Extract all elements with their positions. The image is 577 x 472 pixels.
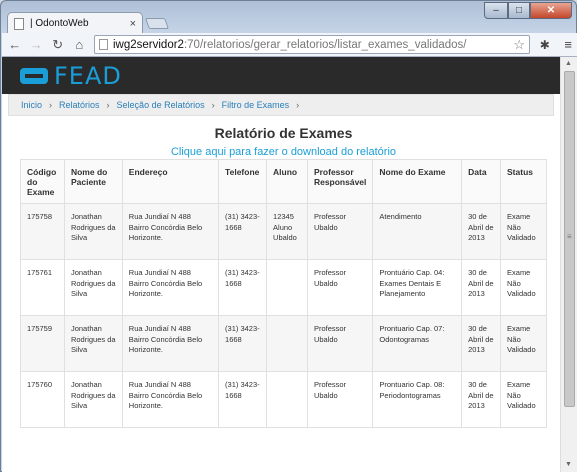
table-cell xyxy=(266,259,308,316)
table-cell: 175758 xyxy=(20,203,65,260)
table-cell: Exame Não Validado xyxy=(500,259,547,316)
page-title: Relatório de Exames xyxy=(214,125,353,141)
download-report-link[interactable]: Clique aqui para fazer o download do rel… xyxy=(20,146,547,158)
breadcrumb: Inicio › Relatórios › Seleção de Relatór… xyxy=(8,94,554,116)
menu-icon[interactable]: ≡ xyxy=(559,37,577,52)
breadcrumb-item-selecao[interactable]: Seleção de Relatórios xyxy=(117,100,205,110)
table-cell: Prontuario Cap. 08: Periodontogramas xyxy=(372,371,463,428)
main-content: Relatório de Exames Clique aqui para faz… xyxy=(2,125,560,428)
close-window-button[interactable]: ✕ xyxy=(530,2,572,19)
bookmark-star-icon[interactable]: ☆ xyxy=(513,37,525,53)
table-cell: (31) 3423-1668 xyxy=(218,371,268,428)
chevron-right-icon: › xyxy=(49,100,53,110)
breadcrumb-item-inicio[interactable]: Inicio xyxy=(21,100,42,110)
new-tab-button[interactable] xyxy=(144,18,170,29)
site-header: FEAD xyxy=(2,57,560,94)
column-header: Endereço xyxy=(121,159,220,204)
tab-close-icon[interactable]: × xyxy=(130,18,136,30)
table-row: 175761 Jonathan Rodrigues da Silva Rua J… xyxy=(20,259,547,316)
table-cell: (31) 3423-1668 xyxy=(218,203,268,260)
logo-text: FEAD xyxy=(54,61,122,90)
table-cell: (31) 3423-1668 xyxy=(218,315,268,372)
table-cell: Rua Jundiaí N 488 Bairro Concórdia Belo … xyxy=(121,315,220,372)
column-header: Status xyxy=(500,159,547,204)
logo[interactable]: FEAD xyxy=(20,62,122,90)
table-cell: Rua Jundiaí N 488 Bairro Concórdia Belo … xyxy=(121,259,220,316)
table-cell: 175760 xyxy=(20,371,65,428)
logo-mark-icon xyxy=(20,66,48,86)
table-cell: Jonathan Rodrigues da Silva xyxy=(63,259,123,316)
table-cell: Professor Ubaldo xyxy=(306,371,374,428)
page-icon xyxy=(99,39,108,50)
chevron-right-icon: › xyxy=(296,100,300,110)
table-cell: 30 de Abril de 2013 xyxy=(461,203,502,260)
table-row: 175758 Jonathan Rodrigues da Silva Rua J… xyxy=(20,203,547,260)
table-cell: Professor Ubaldo xyxy=(306,203,374,260)
minimize-button[interactable]: – xyxy=(484,2,508,19)
table-header-row: Código do Exame Nome do Paciente Endereç… xyxy=(20,159,547,204)
reload-icon[interactable]: ↻ xyxy=(49,37,67,53)
address-bar[interactable]: iwg2servidor2:70/relatorios/gerar_relato… xyxy=(94,35,530,54)
table-cell: Rua Jundiaí N 488 Bairro Concórdia Belo … xyxy=(121,203,220,260)
column-header: Professor Responsável xyxy=(306,159,374,204)
table-cell: 175759 xyxy=(20,315,65,372)
scroll-up-arrow-icon[interactable]: ▲ xyxy=(565,60,572,67)
column-header: Data xyxy=(461,159,502,204)
tab-strip: | OdontoWeb × – □ ✕ xyxy=(1,1,577,34)
column-header: Telefone xyxy=(218,159,268,204)
exams-table: Código do Exame Nome do Paciente Endereç… xyxy=(20,159,547,428)
table-cell: Jonathan Rodrigues da Silva xyxy=(63,371,123,428)
table-cell: 30 de Abril de 2013 xyxy=(461,259,502,316)
browser-toolbar: ← → ↻ ⌂ iwg2servidor2:70/relatorios/gera… xyxy=(2,33,577,57)
table-cell xyxy=(266,315,308,372)
chevron-right-icon: › xyxy=(106,100,110,110)
page-icon xyxy=(14,17,24,30)
table-cell: Professor Ubaldo xyxy=(306,259,374,316)
table-cell: 12345 Aluno Ubaldo xyxy=(266,203,308,260)
table-cell: 30 de Abril de 2013 xyxy=(461,315,502,372)
table-cell: 175761 xyxy=(20,259,65,316)
table-cell: Professor Ubaldo xyxy=(306,315,374,372)
table-cell: (31) 3423-1668 xyxy=(218,259,268,316)
table-cell: Jonathan Rodrigues da Silva xyxy=(63,203,123,260)
breadcrumb-item-filtro[interactable]: Filtro de Exames xyxy=(222,100,290,110)
column-header: Nome do Paciente xyxy=(63,159,123,204)
scrollbar-thumb[interactable]: ≡ xyxy=(564,71,575,407)
column-header: Aluno xyxy=(266,159,308,204)
maximize-button[interactable]: □ xyxy=(508,2,530,19)
table-cell: 30 de Abril de 2013 xyxy=(461,371,502,428)
breadcrumb-item-relatorios[interactable]: Relatórios xyxy=(59,100,100,110)
page-viewport: FEAD Inicio › Relatórios › Seleção de Re… xyxy=(2,57,560,472)
table-cell: Atendimento xyxy=(372,203,463,260)
table-cell: Prontuário Cap. 04: Exames Dentais E Pla… xyxy=(372,259,463,316)
forward-arrow-icon[interactable]: → xyxy=(28,37,46,52)
table-cell xyxy=(266,371,308,428)
column-header: Código do Exame xyxy=(20,159,65,204)
extension-icon[interactable]: ✱ xyxy=(536,38,554,52)
browser-tab[interactable]: | OdontoWeb × xyxy=(7,12,143,34)
table-cell: Jonathan Rodrigues da Silva xyxy=(63,315,123,372)
back-arrow-icon[interactable]: ← xyxy=(6,37,24,52)
table-cell: Rua Jundiaí N 488 Bairro Concórdia Belo … xyxy=(121,371,220,428)
table-cell: Exame Não Validado xyxy=(500,371,547,428)
table-row: 175759 Jonathan Rodrigues da Silva Rua J… xyxy=(20,315,547,372)
home-icon[interactable]: ⌂ xyxy=(71,37,89,52)
column-header: Nome do Exame xyxy=(372,159,463,204)
window-controls: – □ ✕ xyxy=(484,2,572,19)
chevron-right-icon: › xyxy=(211,100,215,110)
table-cell: Exame Não Validado xyxy=(500,315,547,372)
scroll-down-arrow-icon[interactable]: ▼ xyxy=(565,461,572,468)
table-row: 175760 Jonathan Rodrigues da Silva Rua J… xyxy=(20,371,547,428)
url-path: :70/relatorios/gerar_relatorios/listar_e… xyxy=(183,38,467,51)
vertical-scrollbar[interactable]: ▲ ≡ ▼ xyxy=(560,57,577,472)
table-cell: Exame Não Validado xyxy=(500,203,547,260)
browser-window: | OdontoWeb × – □ ✕ ← → ↻ ⌂ iwg2servidor… xyxy=(0,0,577,472)
table-cell: Prontuario Cap. 07: Odontogramas xyxy=(372,315,463,372)
tab-title: | OdontoWeb xyxy=(30,18,89,29)
url-host: iwg2servidor2 xyxy=(113,38,184,51)
